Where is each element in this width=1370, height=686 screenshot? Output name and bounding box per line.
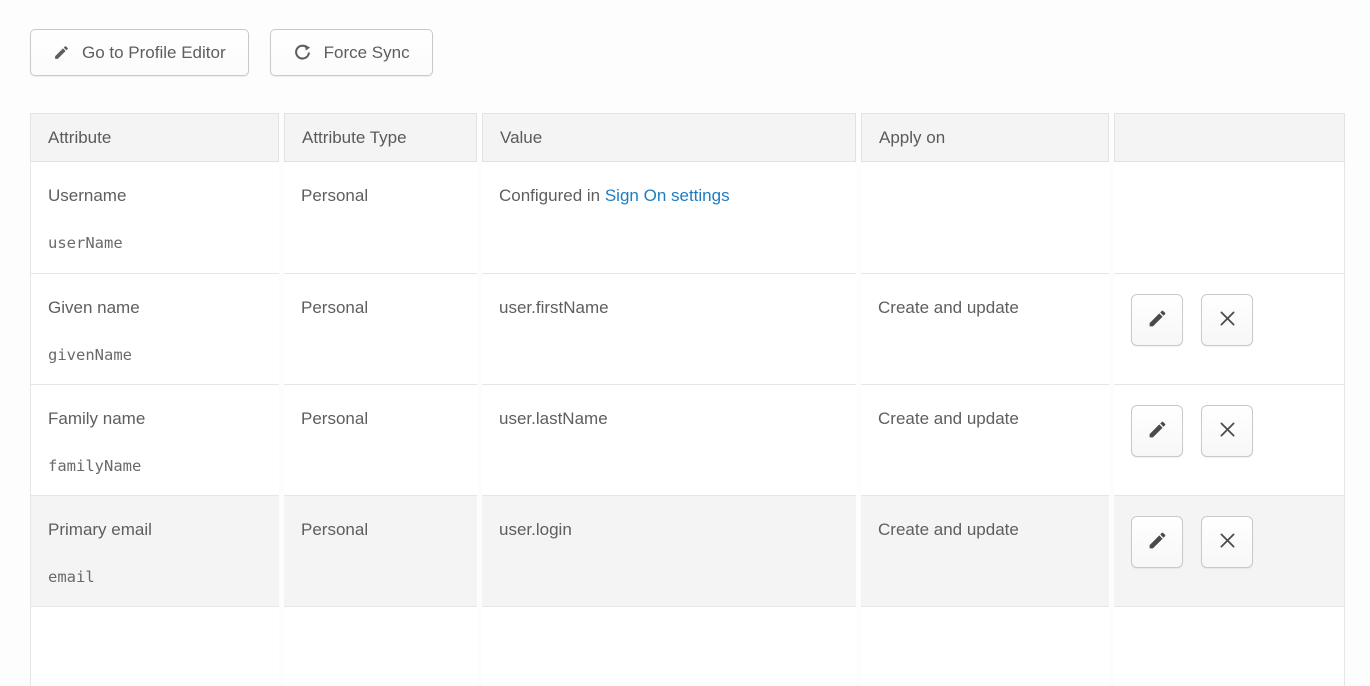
attribute-cell: Primary email email	[30, 495, 279, 606]
value-cell: user.login	[482, 495, 856, 606]
attribute-name: givenName	[48, 344, 262, 366]
apply-on-cell: Create and update	[861, 495, 1109, 606]
attribute-label: Primary email	[48, 519, 262, 541]
attribute-name: userName	[48, 232, 262, 254]
column-header-apply-on: Apply on	[861, 113, 1109, 162]
force-sync-button[interactable]: Force Sync	[270, 29, 433, 76]
table-row: Username userName Personal Configured in…	[30, 162, 1345, 273]
attribute-type-cell: Personal	[284, 162, 477, 273]
sync-refresh-icon	[293, 43, 312, 62]
pencil-icon	[1147, 530, 1168, 554]
actions-cell	[1114, 606, 1345, 686]
table-row	[30, 606, 1345, 686]
column-header-value: Value	[482, 113, 856, 162]
attribute-type-cell: Personal	[284, 384, 477, 495]
edit-attribute-button[interactable]	[1131, 405, 1183, 457]
attribute-label: Family name	[48, 408, 262, 430]
attribute-cell: Family name familyName	[30, 384, 279, 495]
delete-attribute-button[interactable]	[1201, 294, 1253, 346]
apply-on-cell: Create and update	[861, 384, 1109, 495]
value-cell: user.lastName	[482, 384, 856, 495]
attribute-label: Username	[48, 185, 262, 207]
edit-attribute-button[interactable]	[1131, 516, 1183, 568]
actions-cell	[1114, 162, 1345, 273]
apply-on-cell	[861, 162, 1109, 273]
table-row: Family name familyName Personal user.las…	[30, 384, 1345, 495]
value-cell: user.firstName	[482, 273, 856, 384]
toolbar: Go to Profile Editor Force Sync	[0, 0, 1370, 76]
value-cell	[482, 606, 856, 686]
attribute-label: Given name	[48, 297, 262, 319]
attribute-name: email	[48, 566, 262, 588]
attribute-type-cell	[284, 606, 477, 686]
value-text: Configured in	[499, 186, 605, 205]
value-cell: Configured in Sign On settings	[482, 162, 856, 273]
actions-cell	[1114, 384, 1345, 495]
edit-attribute-button[interactable]	[1131, 294, 1183, 346]
x-icon	[1217, 308, 1238, 332]
column-header-attribute: Attribute	[30, 113, 279, 162]
column-header-attribute-type: Attribute Type	[284, 113, 477, 162]
column-header-actions	[1114, 113, 1345, 162]
table-row: Primary email email Personal user.login …	[30, 495, 1345, 606]
delete-attribute-button[interactable]	[1201, 516, 1253, 568]
attribute-mappings-table: Attribute Attribute Type Value Apply on …	[30, 113, 1345, 686]
attribute-type-cell: Personal	[284, 495, 477, 606]
go-to-profile-editor-label: Go to Profile Editor	[82, 43, 226, 63]
delete-attribute-button[interactable]	[1201, 405, 1253, 457]
actions-cell	[1114, 495, 1345, 606]
apply-on-cell: Create and update	[861, 273, 1109, 384]
go-to-profile-editor-button[interactable]: Go to Profile Editor	[30, 29, 249, 76]
sign-on-settings-link[interactable]: Sign On settings	[605, 186, 730, 205]
pencil-icon	[1147, 308, 1168, 332]
x-icon	[1217, 419, 1238, 443]
attribute-cell: Username userName	[30, 162, 279, 273]
force-sync-label: Force Sync	[324, 43, 410, 63]
table-header-row: Attribute Attribute Type Value Apply on	[30, 113, 1345, 162]
pencil-icon	[53, 44, 70, 61]
apply-on-cell	[861, 606, 1109, 686]
attribute-type-cell: Personal	[284, 273, 477, 384]
attribute-cell: Given name givenName	[30, 273, 279, 384]
table-row: Given name givenName Personal user.first…	[30, 273, 1345, 384]
pencil-icon	[1147, 419, 1168, 443]
x-icon	[1217, 530, 1238, 554]
attribute-cell	[30, 606, 279, 686]
attribute-name: familyName	[48, 455, 262, 477]
actions-cell	[1114, 273, 1345, 384]
